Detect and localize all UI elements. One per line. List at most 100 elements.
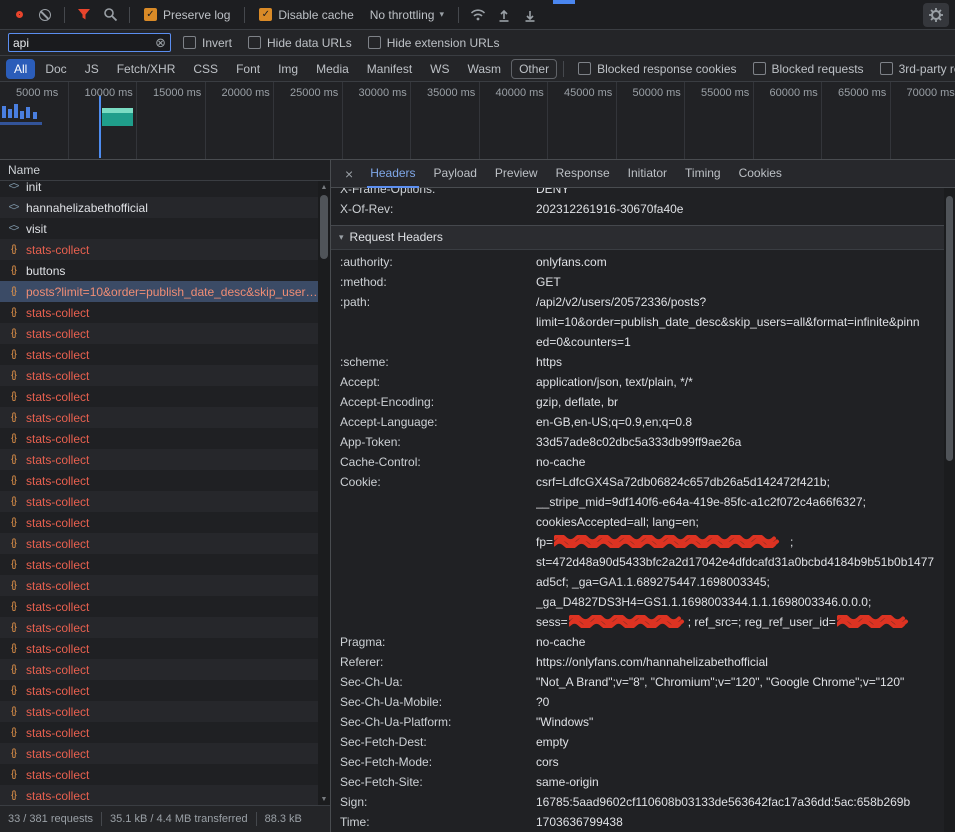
request-row[interactable]: {}stats-collect <box>0 680 318 701</box>
request-row[interactable]: {}stats-collect <box>0 722 318 743</box>
tab-preview[interactable]: Preview <box>486 160 547 188</box>
scroll-down-icon[interactable]: ▼ <box>318 793 330 805</box>
header-name: :path: <box>340 292 536 352</box>
request-row[interactable]: {}stats-collect <box>0 638 318 659</box>
request-row[interactable]: {}stats-collect <box>0 764 318 785</box>
header-row: Pragma:no-cache <box>331 632 944 652</box>
request-row[interactable]: {}stats-collect <box>0 449 318 470</box>
request-row[interactable]: {}buttons <box>0 260 318 281</box>
scrollbar-thumb[interactable] <box>946 196 953 461</box>
section-title: Request Headers <box>350 226 443 249</box>
header-name: App-Token: <box>340 432 536 452</box>
header-name: Accept-Language: <box>340 412 536 432</box>
request-row[interactable]: {}stats-collect <box>0 554 318 575</box>
script-icon: {} <box>6 685 21 696</box>
upload-icon <box>497 8 511 22</box>
clear-filter-icon[interactable]: ⊗ <box>155 36 166 49</box>
tab-headers[interactable]: Headers <box>361 160 424 188</box>
request-headers-section-header[interactable]: ▾ Request Headers <box>331 226 944 250</box>
scroll-up-icon[interactable]: ▲ <box>318 181 330 193</box>
filter-chip-all[interactable]: All <box>6 59 35 79</box>
request-row[interactable]: {}stats-collect <box>0 659 318 680</box>
filter-input[interactable] <box>13 36 155 50</box>
request-name: stats-collect <box>26 621 318 635</box>
request-row[interactable]: {}stats-collect <box>0 428 318 449</box>
request-name: stats-collect <box>26 537 318 551</box>
request-row[interactable]: {}stats-collect <box>0 344 318 365</box>
request-row[interactable]: {}stats-collect <box>0 365 318 386</box>
filter-chip-font[interactable]: Font <box>228 59 268 79</box>
request-row[interactable]: {}stats-collect <box>0 596 318 617</box>
filter-chip-img[interactable]: Img <box>270 59 306 79</box>
filter-chip-wasm[interactable]: Wasm <box>460 59 510 79</box>
request-list-scrollbar[interactable]: ▲ ▼ <box>318 181 330 805</box>
tab-timing[interactable]: Timing <box>676 160 730 188</box>
filter-chip-js[interactable]: JS <box>77 59 107 79</box>
import-har-button[interactable] <box>491 3 517 27</box>
preserve-log-checkbox[interactable]: ✓ Preserve log <box>144 8 230 22</box>
request-name: stats-collect <box>26 600 318 614</box>
blocked-requests-checkbox[interactable]: Blocked requests <box>753 62 864 76</box>
header-value: GET <box>536 272 944 292</box>
header-name: Sec-Ch-Ua-Platform: <box>340 712 536 732</box>
hide-data-urls-checkbox[interactable]: Hide data URLs <box>248 36 352 50</box>
request-row[interactable]: {}stats-collect <box>0 386 318 407</box>
third-party-requests-checkbox[interactable]: 3rd-party requests <box>880 62 955 76</box>
request-row[interactable]: {}stats-collect <box>0 407 318 428</box>
request-name: stats-collect <box>26 411 318 425</box>
tab-payload[interactable]: Payload <box>425 160 486 188</box>
filter-chip-doc[interactable]: Doc <box>37 59 74 79</box>
request-row[interactable]: {}stats-collect <box>0 470 318 491</box>
close-icon[interactable]: × <box>337 166 361 182</box>
throttling-select[interactable]: No throttling ▾ <box>370 8 444 22</box>
request-row[interactable]: {}stats-collect <box>0 701 318 722</box>
request-row[interactable]: {}stats-collect <box>0 512 318 533</box>
network-conditions-button[interactable] <box>465 3 491 27</box>
request-row[interactable]: {}posts?limit=10&order=publish_date_desc… <box>0 281 318 302</box>
tab-cookies[interactable]: Cookies <box>730 160 791 188</box>
blocked-response-cookies-checkbox[interactable]: Blocked response cookies <box>578 62 736 76</box>
request-row[interactable]: {}stats-collect <box>0 491 318 512</box>
record-button[interactable] <box>6 3 32 27</box>
filter-chip-fetch-xhr[interactable]: Fetch/XHR <box>109 59 184 79</box>
request-name: stats-collect <box>26 348 318 362</box>
filter-chip-other[interactable]: Other <box>511 59 557 79</box>
tab-response[interactable]: Response <box>547 160 619 188</box>
name-column-header[interactable]: Name <box>0 160 330 181</box>
invert-checkbox[interactable]: Invert <box>183 36 232 50</box>
redaction-scribble <box>569 615 687 628</box>
request-row[interactable]: <>init <box>0 181 318 197</box>
request-row[interactable]: {}stats-collect <box>0 302 318 323</box>
checkbox-unchecked-icon <box>368 36 381 49</box>
filter-chip-manifest[interactable]: Manifest <box>359 59 420 79</box>
header-name: Accept-Encoding: <box>340 392 536 412</box>
checkbox-checked-icon: ✓ <box>144 8 157 21</box>
scrollbar-thumb[interactable] <box>320 195 328 259</box>
detail-scrollbar[interactable] <box>944 188 955 832</box>
header-row: Sec-Fetch-Dest:empty <box>331 732 944 752</box>
filter-chip-media[interactable]: Media <box>308 59 357 79</box>
request-row[interactable]: <>visit <box>0 218 318 239</box>
search-button[interactable] <box>97 3 123 27</box>
hide-extension-urls-checkbox[interactable]: Hide extension URLs <box>368 36 500 50</box>
tab-initiator[interactable]: Initiator <box>619 160 676 188</box>
request-row[interactable]: {}stats-collect <box>0 239 318 260</box>
filter-chip-css[interactable]: CSS <box>185 59 226 79</box>
request-row[interactable]: {}stats-collect <box>0 323 318 344</box>
export-har-button[interactable] <box>517 3 543 27</box>
header-name: Sec-Ch-Ua: <box>340 672 536 692</box>
request-row[interactable]: {}stats-collect <box>0 575 318 596</box>
filter-toggle-button[interactable] <box>71 3 97 27</box>
request-row[interactable]: {}stats-collect <box>0 785 318 805</box>
third-party-requests-label: 3rd-party requests <box>899 62 955 76</box>
filter-chip-ws[interactable]: WS <box>422 59 457 79</box>
timeline-overview[interactable]: 5000 ms10000 ms15000 ms20000 ms25000 ms3… <box>0 82 955 160</box>
request-row[interactable]: {}stats-collect <box>0 617 318 638</box>
settings-button[interactable] <box>923 3 949 27</box>
clear-button[interactable] <box>32 3 58 27</box>
request-row[interactable]: {}stats-collect <box>0 743 318 764</box>
request-row[interactable]: {}stats-collect <box>0 533 318 554</box>
request-row[interactable]: <>hannahelizabethofficial <box>0 197 318 218</box>
disable-cache-checkbox[interactable]: ✓ Disable cache <box>259 8 353 22</box>
request-name: stats-collect <box>26 789 318 803</box>
